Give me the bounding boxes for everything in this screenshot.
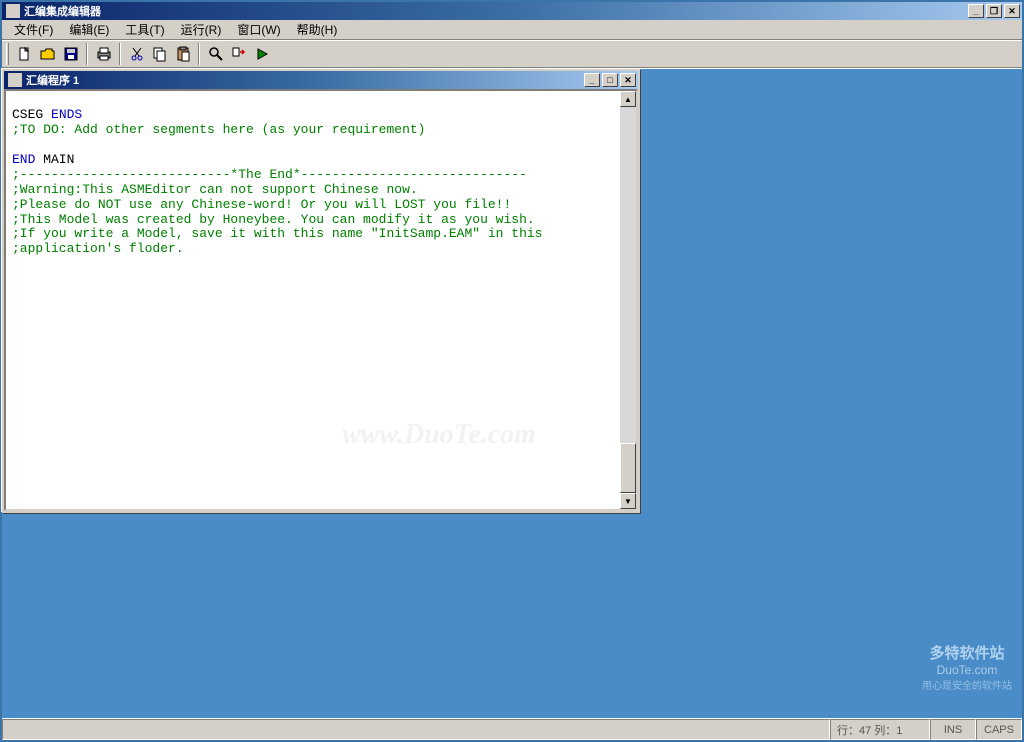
save-disk-icon <box>63 46 79 62</box>
menu-file[interactable]: 文件(F) <box>6 19 61 40</box>
scroll-track-top[interactable] <box>620 107 636 443</box>
child-window-controls: _ □ ✕ <box>582 73 636 87</box>
magnifier-icon <box>208 46 224 62</box>
open-folder-icon <box>40 46 56 62</box>
scissors-icon <box>129 46 145 62</box>
find-button[interactable] <box>204 43 227 65</box>
mdi-client-area[interactable]: 汇编程序 1 _ □ ✕ CSEG ENDS ;TO DO: Add other… <box>2 68 1022 718</box>
toolbar-grip[interactable] <box>6 43 9 65</box>
main-window: 汇编集成编辑器 _ ❐ ✕ 文件(F) 编辑(E) 工具(T) 运行(R) 窗口… <box>0 0 1024 742</box>
save-button[interactable] <box>59 43 82 65</box>
copy-button[interactable] <box>148 43 171 65</box>
print-button[interactable] <box>92 43 115 65</box>
menu-tool[interactable]: 工具(T) <box>117 19 172 40</box>
open-button[interactable] <box>36 43 59 65</box>
menu-edit[interactable]: 编辑(E) <box>61 19 117 40</box>
new-file-button[interactable] <box>13 43 36 65</box>
editor-area: CSEG ENDS ;TO DO: Add other segments her… <box>4 89 638 511</box>
child-titlebar[interactable]: 汇编程序 1 _ □ ✕ <box>4 71 638 89</box>
close-button[interactable]: ✕ <box>1004 4 1020 18</box>
code-editor[interactable]: CSEG ENDS ;TO DO: Add other segments her… <box>6 91 620 509</box>
toolbar-sep-2 <box>119 43 121 65</box>
toolbar-sep-1 <box>86 43 88 65</box>
menu-run[interactable]: 运行(R) <box>173 19 230 40</box>
status-ins: INS <box>930 719 976 740</box>
cut-button[interactable] <box>125 43 148 65</box>
status-position: 行：47 列：1 <box>830 719 930 740</box>
logo-en: DuoTe.com <box>922 663 1012 677</box>
doc-icon <box>8 73 22 87</box>
child-maximize-button[interactable]: □ <box>602 73 618 87</box>
vertical-scrollbar[interactable]: ▲ ▼ <box>620 91 636 509</box>
status-caps: CAPS <box>976 719 1022 740</box>
toolbar <box>2 40 1022 68</box>
corner-logo: 多特软件站 DuoTe.com 用心是安全的软件站 <box>922 642 1012 692</box>
maximize-button[interactable]: ❐ <box>986 4 1002 18</box>
run-button[interactable] <box>250 43 273 65</box>
clipboard-icon <box>175 46 191 62</box>
app-icon <box>6 4 20 18</box>
play-icon <box>254 46 270 62</box>
child-title: 汇编程序 1 <box>26 72 582 88</box>
child-close-button[interactable]: ✕ <box>620 73 636 87</box>
compile-icon <box>231 46 247 62</box>
status-message <box>2 719 830 740</box>
compile-button[interactable] <box>227 43 250 65</box>
menu-window[interactable]: 窗口(W) <box>229 19 288 40</box>
scroll-up-button[interactable]: ▲ <box>620 91 636 107</box>
printer-icon <box>96 46 112 62</box>
main-titlebar[interactable]: 汇编集成编辑器 _ ❐ ✕ <box>2 2 1022 20</box>
toolbar-sep-3 <box>198 43 200 65</box>
child-minimize-button[interactable]: _ <box>584 73 600 87</box>
logo-tag: 用心是安全的软件站 <box>922 677 1012 692</box>
logo-cn: 多特软件站 <box>922 642 1012 663</box>
copy-icon <box>152 46 168 62</box>
menubar: 文件(F) 编辑(E) 工具(T) 运行(R) 窗口(W) 帮助(H) <box>2 20 1022 40</box>
menu-help[interactable]: 帮助(H) <box>289 19 346 40</box>
window-controls: _ ❐ ✕ <box>966 4 1020 18</box>
app-title: 汇编集成编辑器 <box>24 3 966 19</box>
minimize-button[interactable]: _ <box>968 4 984 18</box>
new-file-icon <box>17 46 33 62</box>
child-window-editor: 汇编程序 1 _ □ ✕ CSEG ENDS ;TO DO: Add other… <box>2 69 640 513</box>
scroll-down-button[interactable]: ▼ <box>620 493 636 509</box>
statusbar: 行：47 列：1 INS CAPS <box>2 718 1022 740</box>
scroll-thumb[interactable] <box>620 443 636 493</box>
paste-button[interactable] <box>171 43 194 65</box>
